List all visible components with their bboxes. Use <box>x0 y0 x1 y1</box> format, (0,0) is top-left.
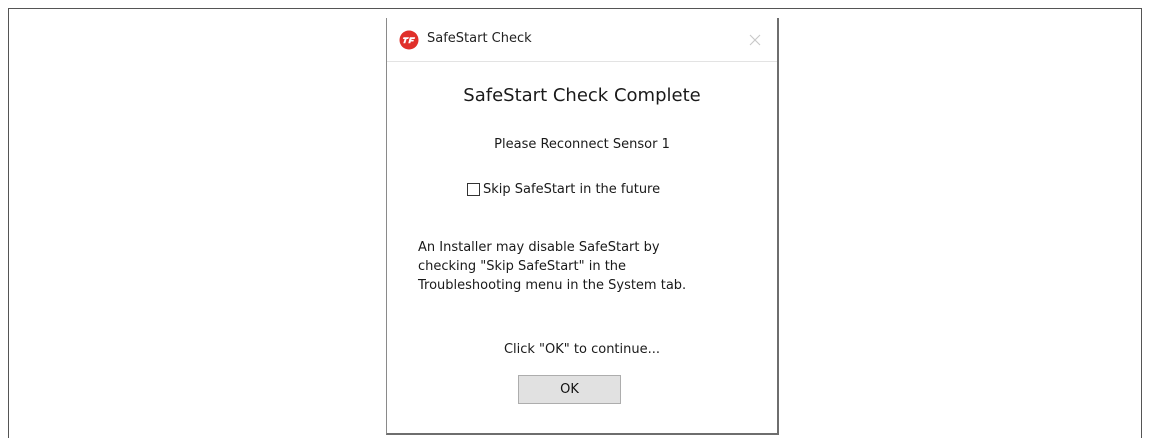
app-logo-icon <box>399 30 419 50</box>
ok-button[interactable]: OK <box>518 375 621 404</box>
reconnect-message: Please Reconnect Sensor 1 <box>494 137 670 152</box>
skip-safestart-checkbox[interactable] <box>467 182 480 196</box>
info-line: An Installer may disable SafeStart by <box>418 240 660 255</box>
dialog-titlebar: SafeStart Check <box>387 18 777 62</box>
dialog-content: SafeStart Check Complete Please Reconnec… <box>387 62 777 433</box>
safestart-dialog: SafeStart Check SafeStart Check Complete… <box>386 18 779 435</box>
skip-safestart-label: Skip SafeStart in the future <box>483 181 661 197</box>
close-icon <box>749 34 761 46</box>
dialog-heading: SafeStart Check Complete <box>463 85 701 106</box>
dialog-title: SafeStart Check <box>427 31 532 46</box>
close-button[interactable] <box>743 28 767 52</box>
continue-instruction: Click "OK" to continue... <box>503 342 661 357</box>
info-line: Troubleshooting menu in the System tab. <box>418 278 687 293</box>
info-line: checking "Skip SafeStart" in the <box>418 259 627 274</box>
skip-safestart-option[interactable]: Skip SafeStart in the future <box>467 180 660 198</box>
installer-info-text: An Installer may disable SafeStart by ch… <box>418 238 686 295</box>
